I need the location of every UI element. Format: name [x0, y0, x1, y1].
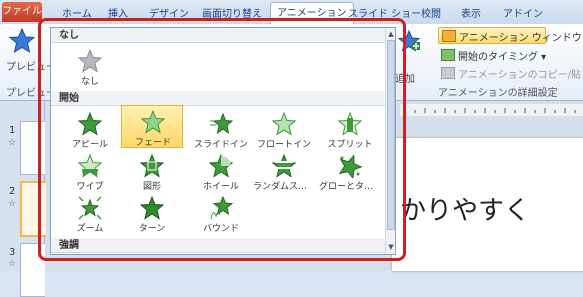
- scroll-up-icon[interactable]: ▲: [386, 29, 395, 39]
- animation-random-bars[interactable]: ランダムストライプ: [253, 150, 315, 193]
- tab-view[interactable]: 表示: [461, 5, 481, 20]
- animation-turn[interactable]: ターン: [121, 192, 183, 235]
- ribbon-tab-bar: ファイル ホーム 挿入 デザイン 画面切り替え アニメーション スライド ショー…: [0, 0, 583, 25]
- slide-body-text[interactable]: かりやすく: [400, 190, 530, 227]
- star-zoom-icon: [78, 196, 102, 220]
- animation-gallery: なし なし 開始 アピール フェード スライドイン フロートイン スプリット ワ…: [50, 27, 396, 255]
- section-entrance-header: 開始: [51, 91, 385, 106]
- slide-thumbnail-3[interactable]: [20, 243, 45, 297]
- slide-animation-star-1: ☆: [8, 138, 17, 148]
- preview-star-icon[interactable]: [9, 28, 35, 54]
- star-split-icon: [338, 112, 362, 136]
- section-none-header: なし: [51, 28, 385, 43]
- animation-wipe-label: ワイプ: [76, 182, 104, 192]
- star-fly-in-icon: [210, 112, 233, 135]
- slide-number-1: 1: [9, 125, 16, 136]
- section-emphasis-header: 強調: [51, 238, 385, 253]
- animation-appear-label: アピール: [71, 140, 108, 150]
- animation-painter-button[interactable]: アニメーションのコピー/貼り付け: [441, 66, 583, 81]
- animation-float-in-label: フロートイン: [256, 140, 311, 150]
- star-wheel-icon: [209, 154, 233, 178]
- slides-pane: 1 ☆ 2 ☆ 3 ☆: [0, 101, 46, 297]
- animation-fly-in[interactable]: スライドイン: [190, 108, 252, 151]
- animation-zoom-label: ズーム: [76, 224, 104, 234]
- star-grow-turn-icon: [338, 154, 362, 178]
- star-bounce-icon: [210, 196, 233, 220]
- slide-number-2: 2: [9, 186, 16, 197]
- star-gray-icon: [78, 49, 102, 73]
- painter-icon: [441, 67, 455, 79]
- tab-design[interactable]: デザイン: [149, 5, 189, 20]
- tab-home[interactable]: ホーム: [62, 5, 92, 20]
- add-animation-button[interactable]: 追加: [395, 70, 415, 85]
- animation-split-label: スプリット: [327, 140, 373, 150]
- animation-shape[interactable]: 図形: [121, 150, 183, 193]
- animation-appear[interactable]: アピール: [59, 108, 121, 151]
- animation-wheel-label: ホイール: [202, 182, 239, 192]
- star-shape-icon: [140, 154, 164, 178]
- star-float-in-icon: [272, 112, 296, 136]
- animation-wipe[interactable]: ワイプ: [59, 150, 121, 193]
- slide-animation-star-3: ☆: [8, 259, 17, 269]
- tab-animations[interactable]: アニメーション: [270, 2, 354, 24]
- star-fade-icon: [141, 110, 165, 134]
- animation-fade[interactable]: フェード: [121, 105, 183, 148]
- tab-file[interactable]: ファイル: [2, 2, 42, 22]
- animation-shape-label: 図形: [142, 182, 161, 192]
- animation-bounce-label: バウンド: [202, 224, 239, 234]
- animation-zoom[interactable]: ズーム: [59, 192, 121, 235]
- star-random-bars-icon: [272, 154, 296, 178]
- animation-grow-turn[interactable]: グローとターン: [319, 150, 381, 193]
- animation-fade-label: フェード: [134, 138, 171, 148]
- tab-slideshow[interactable]: スライド ショー: [348, 5, 421, 20]
- preview-button[interactable]: プレビュー: [6, 58, 56, 73]
- timing-icon: [441, 49, 455, 61]
- slide-thumbnail-1[interactable]: [20, 121, 45, 175]
- scroll-down-icon[interactable]: ▼: [386, 242, 395, 252]
- animation-turn-label: ターン: [138, 224, 166, 234]
- gallery-scrollbar[interactable]: ▲ ▼: [385, 28, 395, 254]
- scrollbar-thumb[interactable]: [387, 40, 395, 230]
- tab-review[interactable]: 校閲: [421, 5, 441, 20]
- tab-transitions[interactable]: 画面切り替え: [202, 5, 262, 20]
- horizontal-ruler: [400, 104, 583, 116]
- animation-none[interactable]: なし: [59, 45, 121, 88]
- animation-float-in[interactable]: フロートイン: [253, 108, 315, 151]
- slide-thumbnail-2[interactable]: [20, 181, 46, 237]
- animation-pane-icon: [442, 30, 456, 42]
- tab-addin[interactable]: アドイン: [503, 5, 543, 20]
- animation-fly-in-label: スライドイン: [193, 140, 248, 150]
- slide-animation-star-2: ☆: [8, 199, 17, 209]
- timing-start-button[interactable]: 開始のタイミング ▾: [441, 48, 546, 63]
- animation-window-label: アニメーション ウィンドウ: [459, 33, 582, 44]
- add-animation-icon[interactable]: [398, 30, 420, 52]
- animation-window-button[interactable]: アニメーション ウィンドウ: [438, 27, 582, 44]
- timing-start-label: 開始のタイミング: [458, 52, 538, 63]
- animation-split[interactable]: スプリット: [319, 108, 381, 151]
- star-turn-icon: [140, 196, 164, 220]
- animation-none-label: なし: [80, 77, 99, 87]
- tab-insert[interactable]: 挿入: [108, 5, 128, 20]
- animation-wheel[interactable]: ホイール: [190, 150, 252, 193]
- star-appear-icon: [78, 112, 102, 136]
- animation-painter-label: アニメーションのコピー/貼り付け: [458, 70, 583, 81]
- preview-group-label: プレビュー: [6, 88, 56, 99]
- slide-number-3: 3: [9, 247, 16, 258]
- animation-bounce[interactable]: バウンド: [190, 192, 252, 235]
- animation-grow-turn-label: グローとターン: [319, 182, 381, 192]
- advanced-animation-group-label: アニメーションの詳細設定: [438, 88, 558, 99]
- star-wipe-icon: [78, 154, 102, 178]
- animation-random-bars-label: ランダムストライプ: [253, 182, 315, 192]
